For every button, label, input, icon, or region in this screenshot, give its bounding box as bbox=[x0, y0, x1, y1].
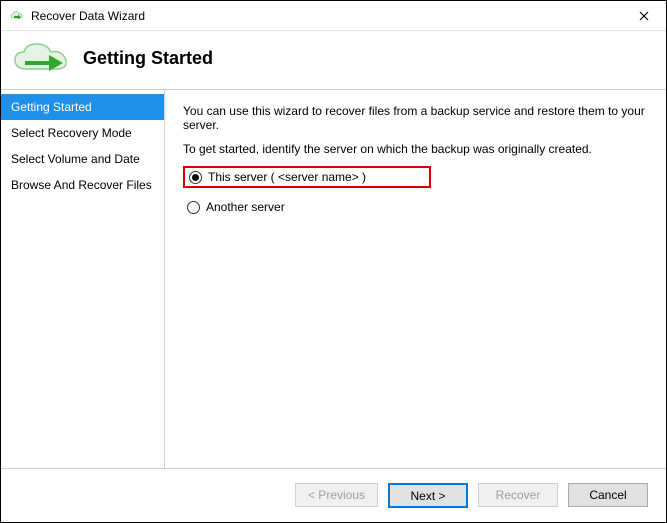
recover-button: Recover bbox=[478, 483, 558, 507]
radio-this-server-label: This server ( <server name> ) bbox=[208, 170, 366, 184]
close-button[interactable] bbox=[622, 1, 666, 31]
window-title: Recover Data Wizard bbox=[31, 9, 622, 23]
cloud-recover-icon bbox=[11, 39, 71, 77]
steps-sidebar: Getting Started Select Recovery Mode Sel… bbox=[1, 90, 165, 468]
wizard-footer: < Previous Next > Recover Cancel bbox=[1, 468, 666, 522]
next-button[interactable]: Next > bbox=[388, 483, 468, 508]
main-panel: You can use this wizard to recover files… bbox=[165, 90, 666, 468]
radio-another-server-label: Another server bbox=[206, 200, 285, 214]
radio-unselected-icon bbox=[187, 201, 200, 214]
radio-selected-icon bbox=[189, 171, 202, 184]
wizard-header: Getting Started bbox=[1, 31, 666, 81]
sidebar-item-select-recovery-mode[interactable]: Select Recovery Mode bbox=[1, 120, 164, 146]
subhead-text: To get started, identify the server on w… bbox=[183, 142, 648, 156]
sidebar-item-getting-started[interactable]: Getting Started bbox=[1, 94, 164, 120]
sidebar-item-select-volume-date[interactable]: Select Volume and Date bbox=[1, 146, 164, 172]
intro-text: You can use this wizard to recover files… bbox=[183, 104, 648, 132]
titlebar: Recover Data Wizard bbox=[1, 1, 666, 31]
radio-another-server[interactable]: Another server bbox=[183, 198, 648, 216]
sidebar-item-browse-recover[interactable]: Browse And Recover Files bbox=[1, 172, 164, 198]
app-icon bbox=[9, 8, 25, 24]
cancel-button[interactable]: Cancel bbox=[568, 483, 648, 507]
previous-button: < Previous bbox=[295, 483, 378, 507]
wizard-body: Getting Started Select Recovery Mode Sel… bbox=[1, 90, 666, 468]
radio-this-server[interactable]: This server ( <server name> ) bbox=[183, 166, 431, 188]
wizard-window: Recover Data Wizard Getting Started Gett… bbox=[0, 0, 667, 523]
page-title: Getting Started bbox=[83, 48, 213, 69]
